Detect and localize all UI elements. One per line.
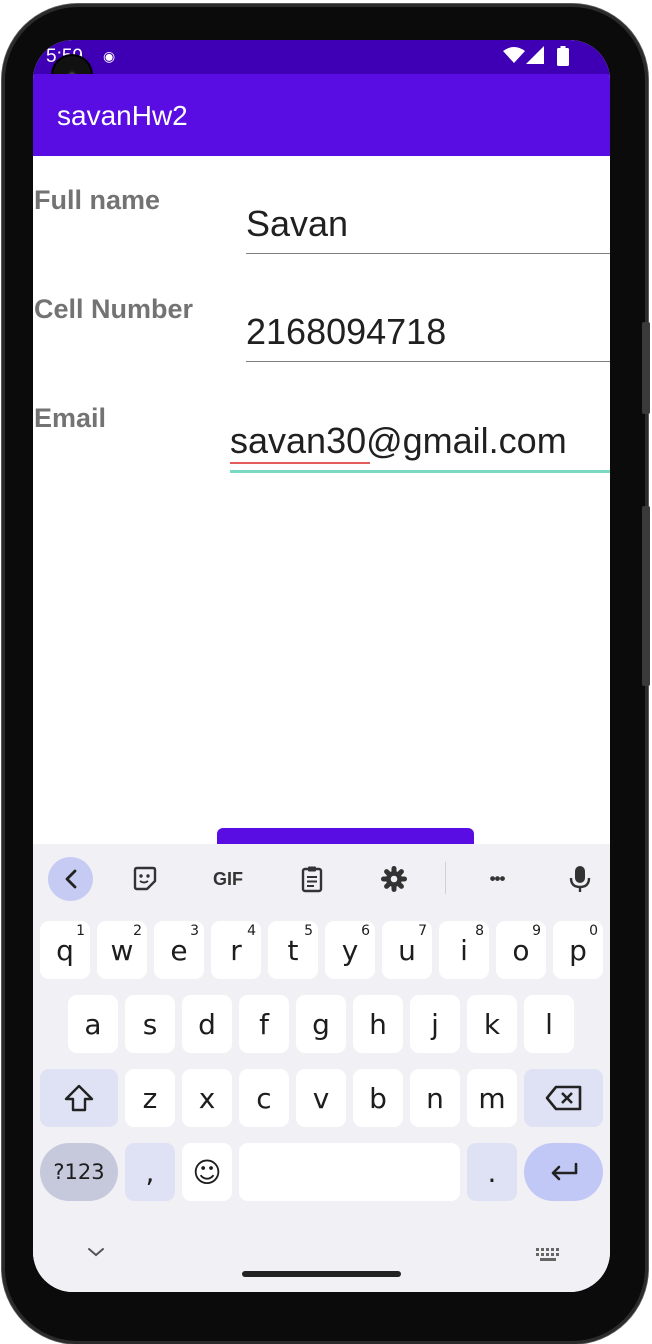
chevron-left-icon: [65, 869, 76, 889]
backspace-key[interactable]: [524, 1069, 603, 1127]
keyboard-back-button[interactable]: [48, 857, 93, 901]
sticker-icon: [133, 866, 157, 891]
email-field[interactable]: savan30@gmail.com: [230, 420, 610, 473]
key-w[interactable]: w2: [97, 921, 147, 979]
key-label: o: [512, 933, 530, 967]
enter-arrow-icon: [551, 1162, 577, 1181]
key-hint: 1: [76, 923, 85, 939]
clipboard-button[interactable]: [293, 857, 331, 901]
voice-input-button[interactable]: [563, 857, 597, 901]
key-hint: 7: [418, 923, 427, 939]
key-label: i: [460, 933, 468, 967]
key-x[interactable]: x: [182, 1069, 232, 1127]
app-bar: savanHw2: [33, 74, 610, 156]
key-a[interactable]: a: [68, 995, 118, 1053]
enter-key[interactable]: [524, 1143, 603, 1201]
key-hint: 4: [247, 923, 256, 939]
full-name-field[interactable]: Savan: [246, 203, 610, 254]
key-i[interactable]: i8: [439, 921, 489, 979]
key-label: w: [110, 933, 134, 967]
period-key[interactable]: .: [467, 1143, 517, 1201]
key-t[interactable]: t5: [268, 921, 318, 979]
key-b[interactable]: b: [353, 1069, 403, 1127]
key-label: e: [170, 933, 188, 967]
email-value: savan30@gmail.com: [230, 420, 567, 461]
key-d[interactable]: d: [182, 995, 232, 1053]
gear-icon: [381, 866, 407, 892]
key-p[interactable]: p0: [553, 921, 603, 979]
key-l[interactable]: l: [524, 995, 574, 1053]
microphone-icon: [569, 866, 591, 892]
key-hint: 6: [361, 923, 370, 939]
more-options-button[interactable]: •••: [477, 857, 517, 901]
key-z[interactable]: z: [125, 1069, 175, 1127]
key-v[interactable]: v: [296, 1069, 346, 1127]
symbols-key[interactable]: ?123: [40, 1143, 118, 1201]
shift-key[interactable]: [40, 1069, 118, 1127]
gif-button[interactable]: GIF: [205, 857, 251, 901]
keyboard-switch-icon[interactable]: [536, 1248, 560, 1262]
key-y[interactable]: y6: [325, 921, 375, 979]
full-name-label: Full name: [34, 185, 161, 215]
key-hint: 0: [589, 923, 598, 939]
key-m[interactable]: m: [467, 1069, 517, 1127]
signal-icon: [526, 46, 544, 64]
key-c[interactable]: c: [239, 1069, 289, 1127]
key-label: r: [230, 933, 242, 967]
keyboard: GIF ••• q1w2e3r4t5y6u7i8o9p0 asdfghjkl z…: [33, 844, 610, 1292]
app-title: savanHw2: [57, 100, 188, 131]
key-u[interactable]: u7: [382, 921, 432, 979]
key-f[interactable]: f: [239, 995, 289, 1053]
key-e[interactable]: e3: [154, 921, 204, 979]
full-name-value: Savan: [246, 203, 349, 244]
space-key[interactable]: [239, 1143, 460, 1201]
home-indicator[interactable]: [242, 1271, 401, 1277]
key-hint: 9: [532, 923, 541, 939]
screen: 5:59 ◉ savanHw2 Full name Savan Cell Num…: [33, 40, 610, 1292]
cell-number-value: 2168094718: [246, 311, 447, 352]
status-bar: 5:59 ◉: [33, 40, 610, 74]
volume-button: [642, 506, 650, 686]
key-g[interactable]: g: [296, 995, 346, 1053]
toolbar-divider: [445, 862, 446, 894]
wifi-icon: [503, 47, 525, 63]
key-hint: 2: [133, 923, 142, 939]
emoji-key[interactable]: ☺: [182, 1143, 232, 1201]
sticker-button[interactable]: [125, 857, 165, 901]
spellcheck-underline: [230, 462, 370, 464]
key-s[interactable]: s: [125, 995, 175, 1053]
settings-button[interactable]: [374, 857, 414, 901]
shift-arrow-icon: [64, 1084, 94, 1112]
key-hint: 8: [475, 923, 484, 939]
key-n[interactable]: n: [410, 1069, 460, 1127]
key-o[interactable]: o9: [496, 921, 546, 979]
cell-number-field[interactable]: 2168094718: [246, 311, 610, 362]
notification-icon: ◉: [103, 48, 116, 64]
email-label: Email: [34, 403, 107, 433]
power-button: [642, 322, 650, 414]
key-label: p: [569, 933, 587, 967]
key-label: y: [341, 933, 359, 967]
backspace-icon: [545, 1085, 581, 1111]
key-label: q: [56, 933, 74, 967]
clipboard-icon: [301, 866, 323, 893]
key-r[interactable]: r4: [211, 921, 261, 979]
key-hint: 5: [304, 923, 313, 939]
key-label: u: [398, 933, 416, 967]
key-k[interactable]: k: [467, 995, 517, 1053]
key-label: t: [287, 933, 299, 967]
key-hint: 3: [190, 923, 199, 939]
cell-number-label: Cell Number: [34, 294, 194, 324]
battery-icon: [557, 46, 569, 66]
hide-keyboard-icon[interactable]: [87, 1246, 105, 1258]
key-q[interactable]: q1: [40, 921, 90, 979]
comma-key[interactable]: ,: [125, 1143, 175, 1201]
key-j[interactable]: j: [410, 995, 460, 1053]
key-h[interactable]: h: [353, 995, 403, 1053]
